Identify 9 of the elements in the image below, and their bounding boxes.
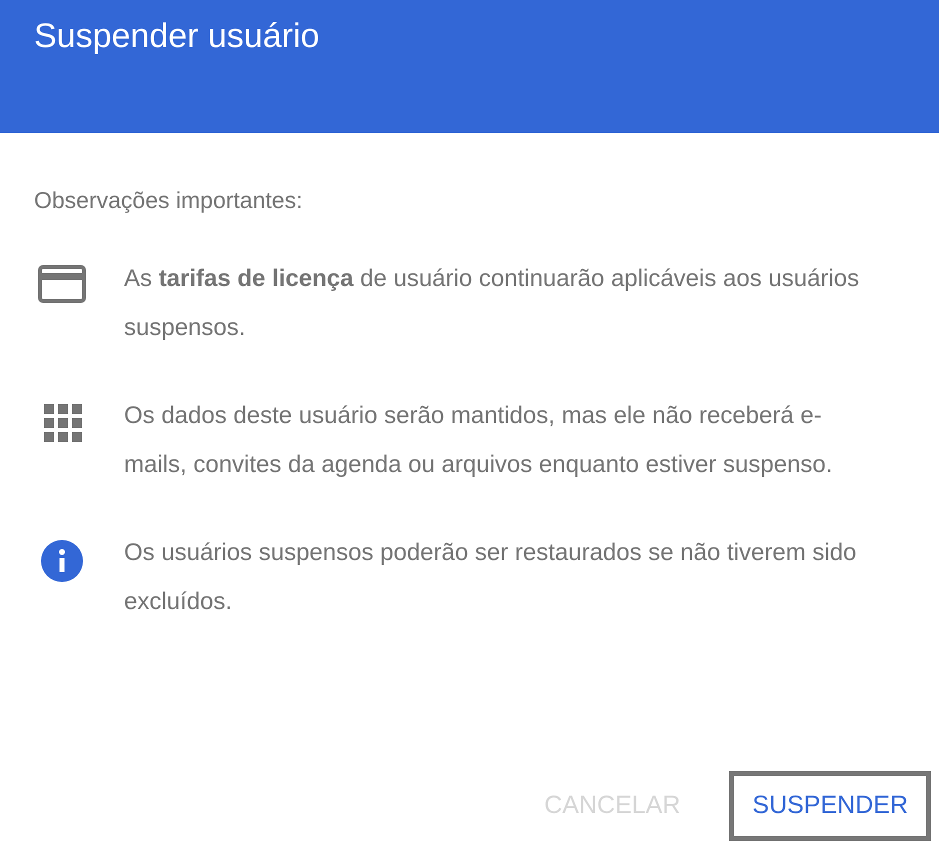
note-text: Os dados deste usuário serão mantidos, mas ele não receberá e-mails, convites da agenda ou arquivos enquanto estiver suspenso. bbox=[124, 401, 834, 480]
dialog-title: Suspender usuário bbox=[34, 16, 320, 57]
note-text: As tarifas de licença de usuário continuarão aplicáveis aos usuários suspensos. bbox=[124, 264, 860, 343]
info-icon bbox=[40, 539, 84, 583]
credit-card-icon bbox=[38, 265, 86, 303]
grid-icon bbox=[42, 402, 82, 442]
note-text: Os usuários suspensos poderão ser restaurados se não tiverem sido excluídos. bbox=[124, 538, 858, 617]
intro-text: Observações importantes: bbox=[34, 186, 304, 215]
suspend-button[interactable]: SUSPENDER bbox=[729, 771, 931, 841]
